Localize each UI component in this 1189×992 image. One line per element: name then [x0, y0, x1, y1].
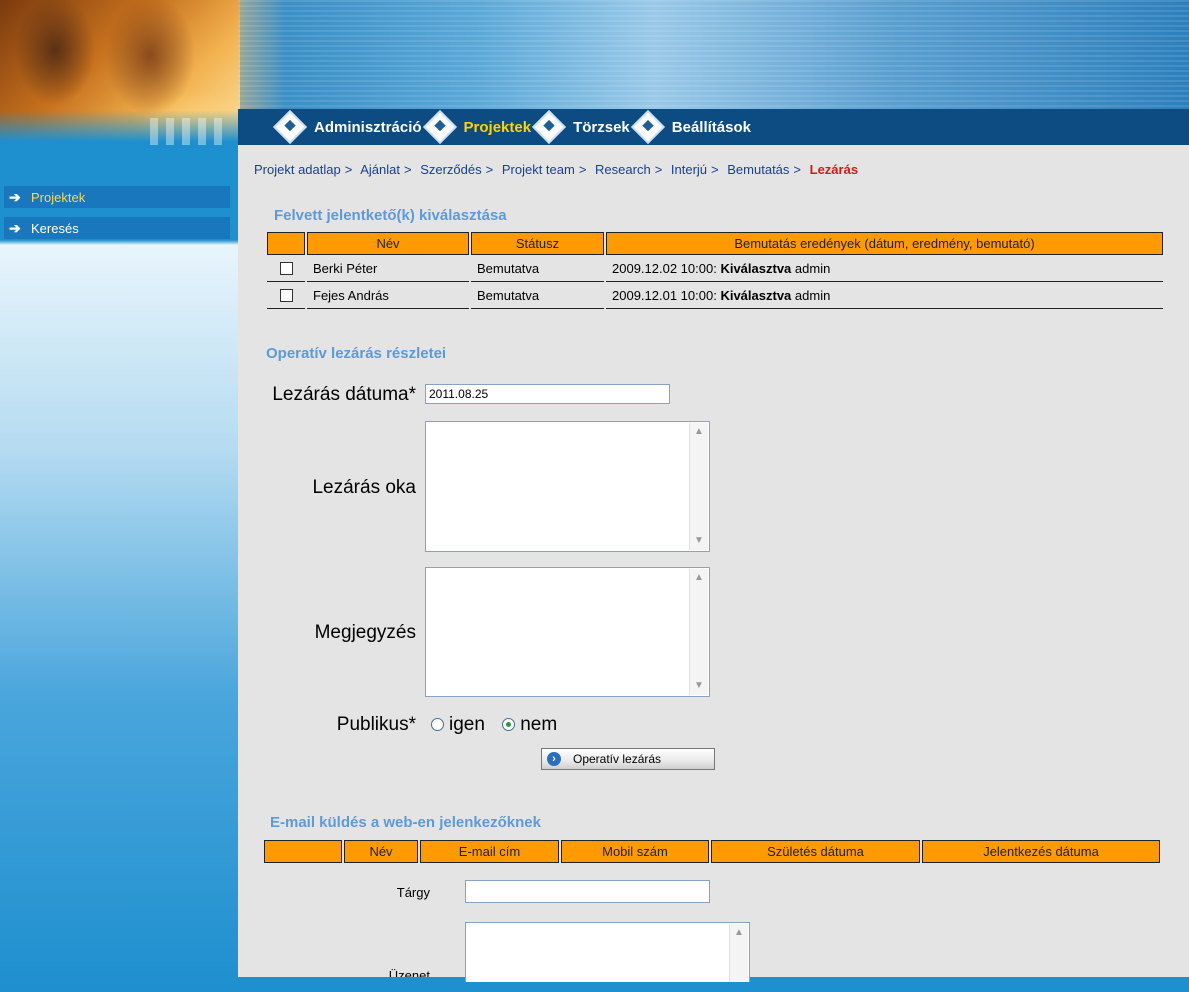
textarea-scrollbar[interactable]: ▲ ▼: [689, 569, 708, 695]
note-textarea[interactable]: ▲ ▼: [425, 567, 710, 697]
candidates-table: Név Státusz Bemutatás eredények (dátum, …: [265, 232, 1165, 309]
breadcrumb-item[interactable]: Ajánlat: [360, 162, 400, 177]
breadcrumb-item[interactable]: Szerződés: [420, 162, 481, 177]
breadcrumb-separator: >: [344, 162, 353, 177]
operative-close-button[interactable]: › Operatív lezárás: [541, 748, 715, 770]
textarea-scrollbar[interactable]: ▲: [729, 924, 748, 982]
result-presenter: admin: [794, 287, 831, 303]
sidebar: ➔ Projektek ➔ Keresés: [0, 145, 238, 992]
result-date: 2009.12.02 10:00:: [612, 260, 717, 276]
closing-date-label: Lezárás dátuma*: [272, 384, 416, 405]
email-section-title: E-mail küldés a web-en jelenkezőknek: [270, 814, 541, 831]
column-header: Jelentkezés dátuma: [922, 840, 1160, 863]
email-table: Név E-mail cím Mobil szám Születés dátum…: [262, 840, 1162, 863]
breadcrumb-separator: >: [578, 162, 587, 177]
breadcrumb-separator: >: [485, 162, 494, 177]
closing-reason-textarea[interactable]: ▲ ▼: [425, 421, 710, 552]
result-presenter: admin: [794, 260, 831, 276]
table-header-row: Név E-mail cím Mobil szám Születés dátum…: [264, 840, 1160, 863]
select-checkbox[interactable]: [279, 261, 293, 275]
breadcrumb-current: Lezárás: [809, 162, 859, 177]
scroll-down-icon[interactable]: ▼: [690, 532, 708, 550]
breadcrumb-item[interactable]: Interjú: [671, 162, 707, 177]
nav-item-projektek[interactable]: Projektek: [422, 110, 532, 144]
breadcrumb: Projekt adatlap > Ajánlat > Szerződés > Pro…: [254, 162, 858, 177]
scroll-up-icon[interactable]: ▲: [690, 423, 708, 441]
message-textarea[interactable]: ▲: [465, 922, 750, 982]
nav-diamond-icon: [422, 110, 457, 144]
breadcrumb-separator: >: [654, 162, 663, 177]
candidate-result: 2009.12.02 10:00: Kiválasztva admin: [606, 255, 1163, 282]
candidate-result: 2009.12.01 10:00: Kiválasztva admin: [606, 282, 1163, 309]
table-header-row: Név Státusz Bemutatás eredények (dátum, …: [267, 232, 1163, 255]
column-header: E-mail cím: [420, 840, 559, 863]
public-radio-group: igen nem: [431, 714, 557, 736]
public-label: Publikus*: [336, 714, 416, 735]
breadcrumb-item[interactable]: Projekt adatlap: [254, 162, 341, 177]
radio-button-checked[interactable]: [502, 718, 516, 732]
breadcrumb-item[interactable]: Research: [595, 162, 651, 177]
radio-button[interactable]: [431, 718, 444, 732]
column-header: Név: [307, 232, 469, 255]
note-label: Megjegyzés: [314, 622, 416, 643]
message-label: Üzenet: [388, 968, 430, 977]
scroll-up-icon[interactable]: ▲: [690, 569, 708, 587]
main-nav: Adminisztráció Projektek Törzsek Beállít…: [238, 109, 1189, 145]
nav-diamond-icon: [630, 110, 665, 144]
closing-reason-label: Lezárás oka: [312, 477, 416, 498]
arrow-right-icon: ➔: [9, 188, 21, 205]
nav-diamond-icon: [532, 110, 567, 144]
scroll-down-icon[interactable]: ▼: [690, 677, 708, 695]
subject-input[interactable]: [465, 880, 710, 903]
result-date: 2009.12.01 10:00:: [612, 287, 717, 303]
column-header: Bemutatás eredények (dátum, eredmény, be…: [606, 232, 1163, 255]
candidate-name: Berki Péter: [307, 255, 469, 282]
public-option-nem[interactable]: nem: [502, 714, 557, 735]
breadcrumb-item[interactable]: Bemutatás: [727, 162, 789, 177]
public-option-igen[interactable]: igen: [431, 714, 485, 735]
nav-item-beallitasok[interactable]: Beállítások: [630, 110, 751, 144]
column-header: Mobil szám: [561, 840, 709, 863]
main-content: Projekt adatlap > Ajánlat > Szerződés > Pro…: [238, 145, 1189, 982]
scroll-up-icon[interactable]: ▲: [730, 924, 748, 942]
nav-label: Projektek: [463, 118, 532, 136]
result-status: Kiválasztva: [720, 287, 792, 303]
breadcrumb-separator: >: [711, 162, 719, 177]
nav-label: Adminisztráció: [314, 118, 422, 136]
candidate-status: Bemutatva: [471, 282, 604, 309]
candidate-name: Fejes András: [307, 282, 469, 309]
result-status: Kiválasztva: [720, 260, 792, 276]
breadcrumb-item[interactable]: Projekt team: [502, 162, 575, 177]
breadcrumb-separator: >: [793, 162, 802, 177]
nav-diamond-icon: [273, 110, 307, 144]
textarea-scrollbar[interactable]: ▲ ▼: [689, 423, 708, 550]
sidebar-item-projektek[interactable]: ➔ Projektek: [4, 186, 230, 208]
closing-section-title: Operatív lezárás részletei: [266, 345, 447, 362]
candidates-section-title: Felvett jelentkető(k) kiválasztása: [274, 207, 507, 224]
column-header: [267, 232, 305, 255]
select-checkbox[interactable]: [279, 288, 293, 302]
nav-item-torzsek[interactable]: Törzsek: [532, 110, 630, 144]
closing-date-input[interactable]: [425, 384, 670, 404]
column-header: Név: [344, 840, 418, 863]
column-header: [264, 840, 342, 863]
table-row: Fejes András Bemutatva 2009.12.01 10:00:…: [267, 282, 1163, 309]
subject-label: Tárgy: [396, 885, 430, 900]
arrow-circle-icon: ›: [547, 752, 561, 766]
sidebar-item-kereses[interactable]: ➔ Keresés: [4, 217, 230, 239]
nav-item-adminisztracio[interactable]: Adminisztráció: [273, 110, 422, 144]
arrow-right-icon: ➔: [9, 219, 21, 236]
banner-office-image: [238, 0, 1189, 110]
column-header: Születés dátuma: [711, 840, 920, 863]
table-row: Berki Péter Bemutatva 2009.12.02 10:00: …: [267, 255, 1163, 282]
breadcrumb-separator: >: [403, 162, 412, 177]
candidate-status: Bemutatva: [471, 255, 604, 282]
sidebar-item-label: Keresés: [31, 220, 79, 236]
sidebar-item-label: Projektek: [31, 189, 86, 205]
nav-label: Törzsek: [573, 118, 630, 136]
column-header: Státusz: [471, 232, 604, 255]
banner-pixel-decoration: [150, 118, 230, 145]
nav-label: Beállítások: [671, 118, 751, 136]
